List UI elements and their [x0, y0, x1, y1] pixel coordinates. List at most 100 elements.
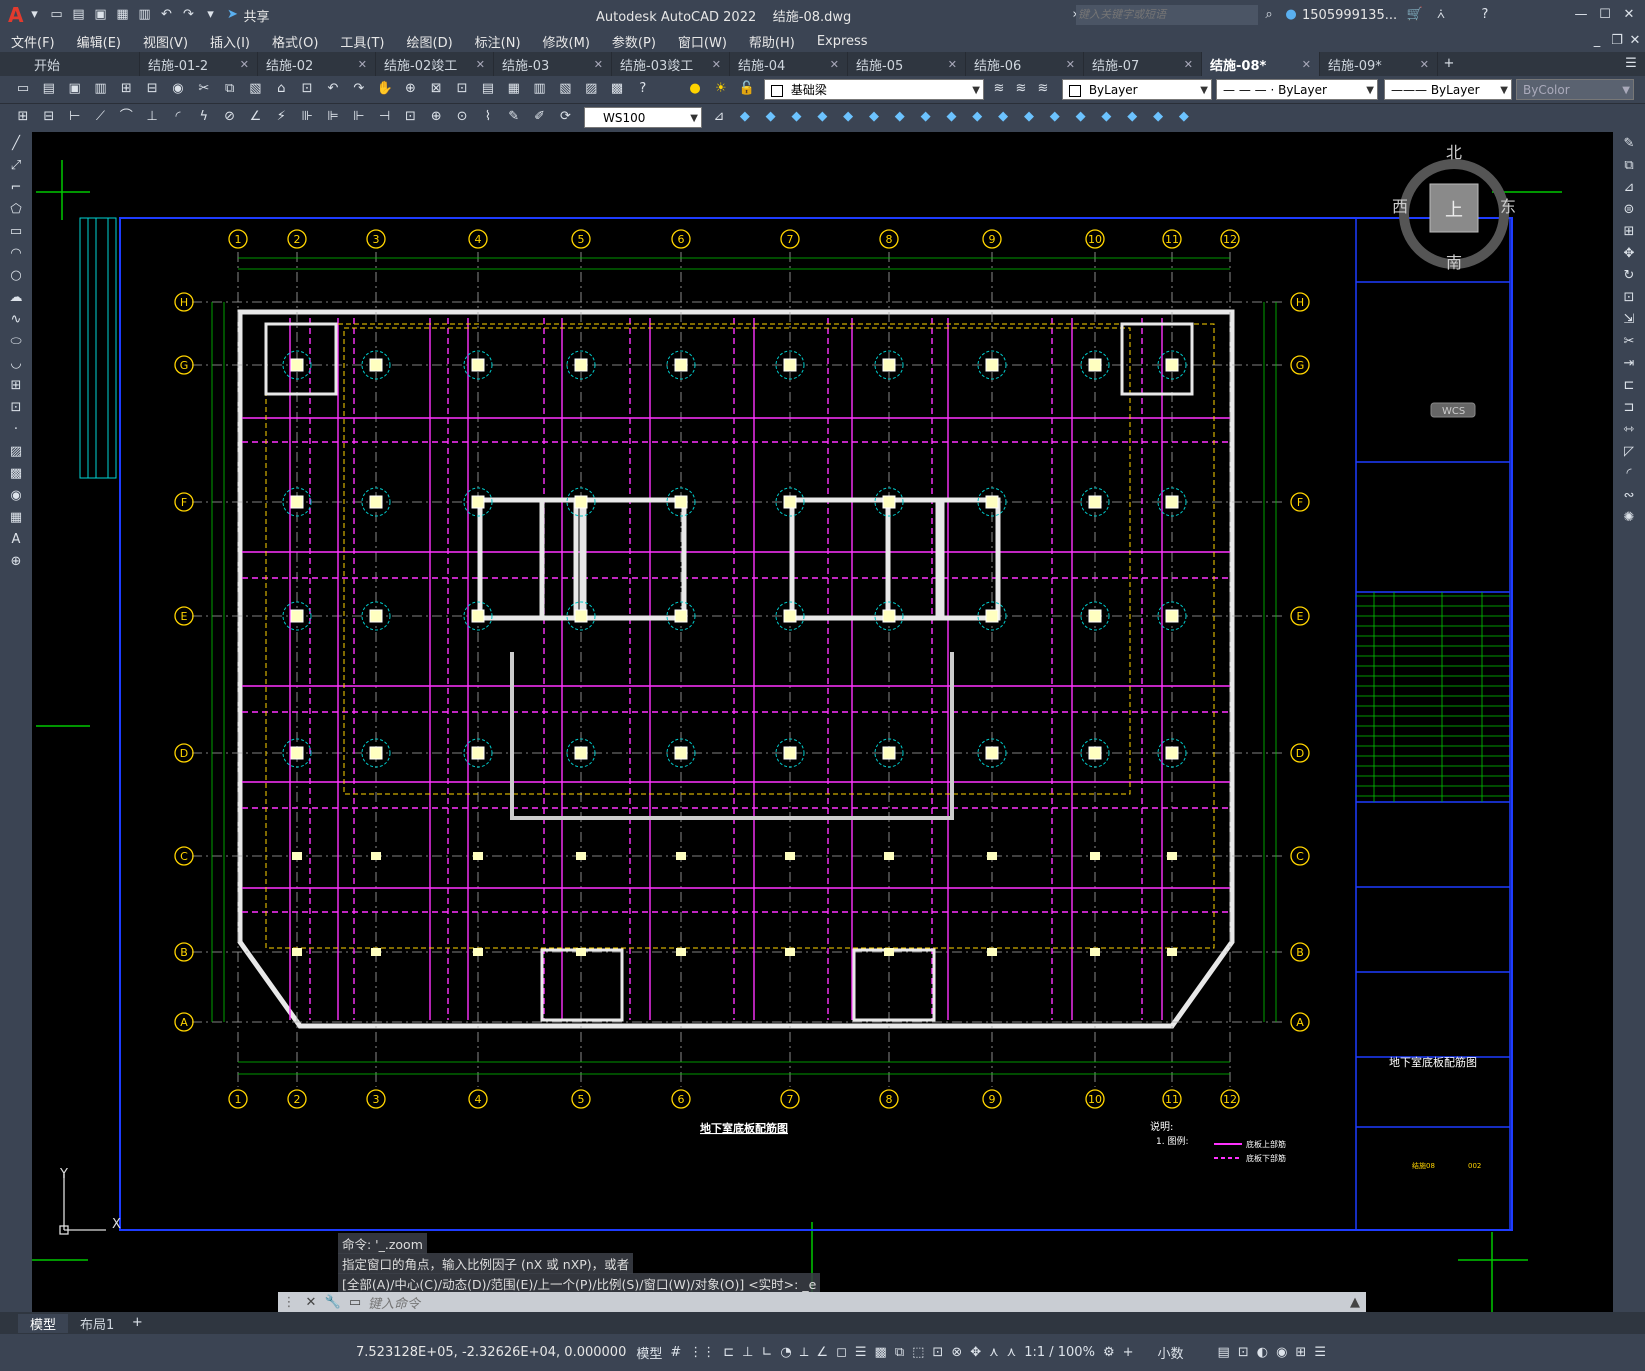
layer-properties-icon[interactable]: ≋	[990, 80, 1008, 98]
dim-baseline-icon[interactable]: ⊪	[298, 108, 316, 126]
tab-close-icon[interactable]: ✕	[948, 58, 957, 71]
add-selected-icon[interactable]: ⊕	[6, 552, 26, 572]
tab-close-icon[interactable]: ✕	[1302, 58, 1311, 71]
dim-style-manager-icon[interactable]: ⊿	[710, 108, 728, 126]
stretch-icon[interactable]: ⇲	[1619, 310, 1639, 330]
doc-restore-icon[interactable]: ❐	[1608, 32, 1626, 50]
center-mark-icon[interactable]: ⊕	[427, 108, 445, 126]
menu-view[interactable]: 视图(V)	[132, 32, 199, 51]
3d-align-icon[interactable]: ◆	[1097, 108, 1115, 126]
tab-file[interactable]: 结施-03竣工 ✕	[612, 52, 730, 76]
help-icon[interactable]: ?	[1476, 6, 1494, 24]
snap-icon[interactable]: ⋮⋮	[689, 1345, 715, 1360]
save-icon[interactable]: ▣	[91, 6, 109, 24]
tab-close-icon[interactable]: ✕	[1184, 58, 1193, 71]
menu-tools[interactable]: 工具(T)	[329, 32, 395, 51]
dim-linear-icon[interactable]: ⊢	[66, 108, 84, 126]
workspace-gear-icon[interactable]: ⚙	[1103, 1345, 1115, 1360]
table-icon[interactable]: ▦	[6, 508, 26, 528]
layer-freeze-icon[interactable]: ☀	[712, 80, 730, 98]
rotate-icon[interactable]: ↻	[1619, 266, 1639, 286]
dynamic-input-icon[interactable]: ⊥	[742, 1345, 753, 1360]
ortho-icon[interactable]: ∟	[762, 1345, 773, 1360]
share-icon[interactable]: ➤	[223, 6, 241, 24]
layer-dropdown[interactable]: 基础梁 ▼	[764, 79, 984, 100]
revision-cloud-icon[interactable]: ☁	[6, 288, 26, 308]
new-file-icon[interactable]: ▭	[47, 6, 65, 24]
lock-ui-icon[interactable]: ⊡	[1238, 1345, 1249, 1360]
sheet-set-icon[interactable]: ▧	[556, 80, 574, 98]
dim-text-edit-icon[interactable]: ✐	[531, 108, 549, 126]
dim-edit-icon[interactable]: ✎	[505, 108, 523, 126]
design-center-icon[interactable]: ▦	[505, 80, 523, 98]
annotation-scale[interactable]: 1:1 / 100%	[1024, 1345, 1095, 1360]
menu-help[interactable]: 帮助(H)	[738, 32, 806, 51]
break-at-point-icon[interactable]: ⊏	[1619, 376, 1639, 396]
move-icon[interactable]: ✥	[1619, 244, 1639, 264]
intersect-icon[interactable]: ◆	[968, 108, 986, 126]
tolerance-icon[interactable]: ⊡	[401, 108, 419, 126]
properties-icon[interactable]: ▤	[479, 80, 497, 98]
cone-icon[interactable]: ◆	[787, 108, 805, 126]
autocad-logo[interactable]: A	[8, 3, 23, 27]
presspull-icon[interactable]: ◆	[994, 108, 1012, 126]
open-file-icon[interactable]: ▤	[69, 6, 87, 24]
erase-icon[interactable]: ✎	[1619, 134, 1639, 154]
3d-move-icon[interactable]: ◆	[1046, 108, 1064, 126]
command-prompt-icon[interactable]: ▭	[346, 1294, 364, 1312]
tab-file-active[interactable]: 结施-08* ✕	[1202, 52, 1320, 76]
join-icon[interactable]: ⇿	[1619, 420, 1639, 440]
trim-icon[interactable]: ✂	[1619, 332, 1639, 352]
layer-lock-icon[interactable]: 🔓	[738, 80, 756, 98]
offset-icon[interactable]: ⊜	[1619, 200, 1639, 220]
annotation-monitor-icon[interactable]: +	[1123, 1345, 1134, 1360]
tab-file[interactable]: 结施-07 ✕	[1084, 52, 1202, 76]
clean-screen-icon[interactable]: ⊞	[1295, 1345, 1306, 1360]
hardware-acceleration-icon[interactable]: ◉	[1276, 1345, 1287, 1360]
command-line[interactable]: ⋮ ✕ 🔧 ▭ ▲	[278, 1292, 1366, 1314]
menu-edit[interactable]: 编辑(E)	[66, 32, 132, 51]
layer-on-icon[interactable]: ●	[686, 80, 704, 98]
tab-file[interactable]: 结施-03 ✕	[494, 52, 612, 76]
redo-icon[interactable]: ↷	[350, 80, 368, 98]
search-input[interactable]	[1076, 5, 1258, 25]
tab-close-icon[interactable]: ✕	[476, 58, 485, 71]
help-icon[interactable]: ?	[634, 80, 652, 98]
quickcalc-icon[interactable]: ▩	[608, 80, 626, 98]
annotation-visibility-icon[interactable]: ⋏	[989, 1345, 999, 1360]
spline-icon[interactable]: ∿	[6, 310, 26, 330]
object-snap-icon[interactable]: ◻	[836, 1345, 847, 1360]
lineweight-icon[interactable]: ☰	[855, 1345, 867, 1360]
shell-icon[interactable]: ◆	[1020, 108, 1038, 126]
menu-dimension[interactable]: 标注(N)	[464, 32, 532, 51]
wedge-icon[interactable]: ◆	[762, 108, 780, 126]
tab-layout1[interactable]: 布局1	[68, 1314, 126, 1333]
3d-rotate-icon[interactable]: ◆	[1072, 108, 1090, 126]
mtext-icon[interactable]: A	[6, 530, 26, 550]
selection-cycling-icon[interactable]: ⧉	[895, 1345, 904, 1360]
explode-icon[interactable]: ✺	[1619, 508, 1639, 528]
tab-close-icon[interactable]: ✕	[240, 58, 249, 71]
selection-filter-icon[interactable]: ⊗	[951, 1345, 962, 1360]
menu-window[interactable]: 窗口(W)	[667, 32, 738, 51]
open-icon[interactable]: ▤	[40, 80, 58, 98]
ellipse-icon[interactable]: ⬭	[6, 332, 26, 352]
fillet-icon[interactable]: ◜	[1619, 464, 1639, 484]
dim-update2-icon[interactable]: ⟳	[556, 108, 574, 126]
command-customize-icon[interactable]: 🔧	[324, 1294, 342, 1312]
array-icon[interactable]: ⊞	[1619, 222, 1639, 242]
union-icon[interactable]: ◆	[917, 108, 935, 126]
polar-tracking-icon[interactable]: ◔	[780, 1345, 791, 1360]
command-history-chevron-icon[interactable]: ▲	[1346, 1294, 1364, 1312]
tab-model[interactable]: 模型	[18, 1313, 69, 1333]
drawing-svg[interactable]: 112233445566778899101011111212H HG GF FE ED D…	[32, 132, 1613, 1312]
block-editor-icon[interactable]: ⊡	[298, 80, 316, 98]
undo-icon[interactable]: ↶	[324, 80, 342, 98]
revolve-icon[interactable]: ◆	[839, 108, 857, 126]
make-block-icon[interactable]: ⊡	[6, 398, 26, 418]
extrude-icon[interactable]: ◆	[813, 108, 831, 126]
viewcube-east[interactable]: 东	[1500, 197, 1516, 216]
menu-format[interactable]: 格式(O)	[261, 32, 329, 51]
command-close-icon[interactable]: ✕	[302, 1294, 320, 1312]
grid-icon[interactable]: #	[670, 1345, 681, 1360]
